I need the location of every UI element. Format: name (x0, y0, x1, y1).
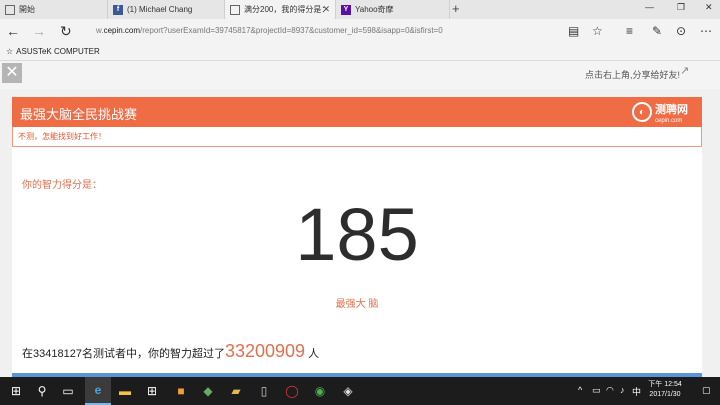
notes-icon[interactable]: ✎ (652, 24, 662, 38)
file-explorer-icon[interactable]: ▬ (112, 377, 138, 405)
store-icon[interactable]: ⊞ (139, 377, 165, 405)
windows-start-icon[interactable]: ⊞ (3, 377, 29, 405)
url-prefix: w. (96, 26, 104, 35)
tab-start[interactable]: 開始 (0, 0, 108, 19)
card-header: 最强大脑全民挑战赛 ◐ 测聘网 cepin.com (12, 97, 702, 127)
tab-report[interactable]: 满分200，我的得分是： ✕ (225, 0, 336, 19)
page-icon (5, 4, 15, 15)
close-tab-icon[interactable]: ✕ (322, 4, 330, 15)
yahoo-icon: Y (341, 4, 351, 15)
favorite-star-icon[interactable]: ☆ (592, 24, 603, 38)
maximize-icon[interactable]: ❐ (677, 2, 685, 13)
share-hint: 点击右上角,分享给好友! (585, 70, 681, 80)
asus-icon: ☆ (6, 47, 14, 56)
result-text: 在33418127名测试者中，你的智力超过了33200909 人 (22, 341, 319, 362)
new-tab-button[interactable]: + (452, 1, 460, 16)
opera-icon[interactable]: ◯ (279, 377, 305, 405)
result-card: 最强大脑全民挑战赛 ◐ 测聘网 cepin.com 不测，怎能找到好工作！ 你的… (12, 97, 702, 377)
tab-strip: 開始 f (1) Michael Chang 满分200，我的得分是： ✕ Y … (0, 0, 720, 19)
wifi-icon[interactable]: ◠ (606, 385, 614, 396)
clock-time: 下午 12:54 (648, 381, 682, 388)
task-view-icon[interactable]: ▭ (55, 377, 81, 405)
forward-icon[interactable]: → (32, 23, 46, 39)
close-page-icon[interactable]: ✕ (2, 63, 22, 83)
share-icon[interactable]: ⊙ (676, 24, 686, 38)
level-title: 最强大 脑 (335, 299, 379, 310)
reading-view-icon[interactable]: ▤ (568, 24, 579, 38)
window-close-icon[interactable]: ✕ (705, 2, 713, 13)
favorite-asus[interactable]: ☆ ASUSTeK COMPUTER (6, 47, 100, 56)
tab-label: Yahoo奇摩 (355, 5, 394, 14)
page-icon (230, 4, 240, 15)
facebook-icon: f (113, 4, 123, 15)
edge-icon[interactable]: e (85, 377, 111, 405)
app-icon-3[interactable]: ◈ (335, 377, 361, 405)
tab-yahoo[interactable]: Y Yahoo奇摩 (336, 0, 450, 19)
taskbar: ⊞ ⚲ ▭ e ▬ ⊞ ■ ◆ ▰ ▯ ◯ ◉ ◈ ^ ▭ ◠ ♪ 中 下午 1… (0, 377, 720, 405)
folder-icon[interactable]: ▰ (223, 377, 249, 405)
search-icon[interactable]: ⚲ (29, 377, 55, 405)
logo-sub: cepin.com (655, 117, 683, 124)
tab-label: 開始 (19, 5, 35, 14)
logo-icon: ◐ (632, 102, 652, 122)
notifications-icon[interactable]: ▢ (702, 385, 711, 396)
tab-facebook[interactable]: f (1) Michael Chang (108, 0, 225, 19)
address-bar: ← → ↻ w.cepin.com/report?userExamId=3974… (0, 19, 720, 44)
favorites-bar: ☆ ASUSTeK COMPUTER (0, 44, 720, 61)
score-value: 185 (295, 193, 419, 276)
url-rest: /report?userExamId=39745817&projectId=89… (140, 26, 443, 35)
result-prefix: 在33418127名测试者中，你的智力超过了 (22, 348, 225, 360)
hub-icon[interactable]: ≡ (626, 24, 633, 38)
back-icon[interactable]: ← (6, 23, 20, 39)
clock[interactable]: 下午 12:54 2017/1/30 (640, 380, 690, 400)
page-content: ✕ 点击右上角,分享给好友! ↗ 最强大脑全民挑战赛 ◐ 测聘网 cepin.c… (0, 61, 720, 377)
minimize-icon[interactable]: — (645, 2, 654, 12)
url-field[interactable]: w.cepin.com/report?userExamId=39745817&p… (96, 26, 443, 35)
more-icon[interactable]: ⋯ (700, 24, 712, 38)
logo-text: 测聘网 (655, 103, 688, 116)
result-number: 33200909 (224, 341, 306, 361)
card-subheader: 不测，怎能找到好工作！ (12, 127, 702, 147)
card-title: 最强大脑全民挑战赛 (20, 107, 138, 122)
volume-icon[interactable]: ♪ (620, 385, 625, 395)
card-subtitle: 不测，怎能找到好工作！ (18, 132, 106, 141)
battery-icon[interactable]: ▭ (592, 385, 601, 396)
tab-label: 满分200，我的得分是： (244, 5, 330, 14)
favorite-label: ASUSTeK COMPUTER (16, 47, 100, 56)
tray-expand-icon[interactable]: ^ (578, 385, 582, 395)
arrow-up-right-icon: ↗ (680, 65, 690, 77)
refresh-icon[interactable]: ↻ (60, 23, 72, 40)
app-icon-2[interactable]: ◆ (195, 377, 221, 405)
tab-label: (1) Michael Chang (127, 5, 193, 14)
score-label: 你的智力得分是： (22, 180, 102, 191)
url-domain: cepin.com (103, 26, 141, 35)
result-suffix: 人 (308, 348, 320, 360)
chrome-icon[interactable]: ◉ (307, 377, 333, 405)
clock-date: 2017/1/30 (649, 391, 681, 398)
page-top-bar: ✕ 点击右上角,分享给好友! ↗ (0, 61, 720, 89)
device-icon[interactable]: ▯ (251, 377, 277, 405)
cepin-logo: ◐ 测聘网 cepin.com (632, 101, 688, 124)
app-icon[interactable]: ■ (168, 377, 194, 405)
